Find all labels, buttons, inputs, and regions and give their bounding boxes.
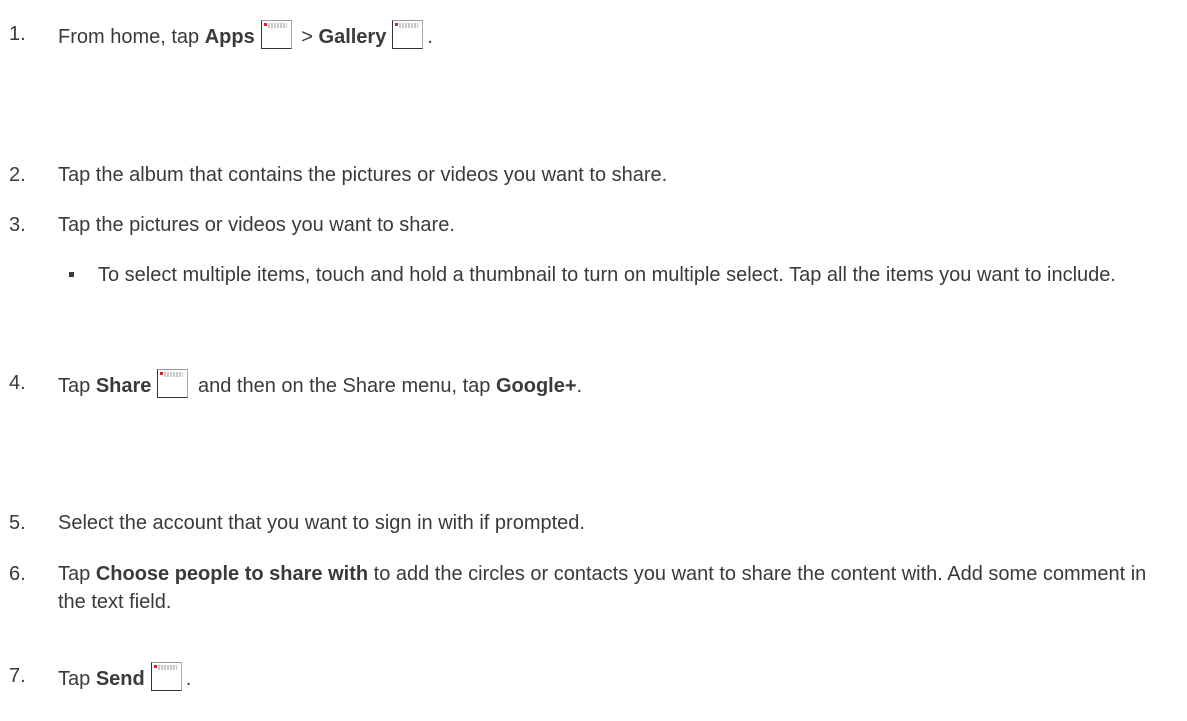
step-text: Tap Share and then on the Share menu, ta…	[58, 369, 582, 400]
step-number: 3.	[9, 214, 26, 236]
step-text-post: .	[427, 26, 433, 48]
step-text-pre: From home, tap	[58, 26, 205, 48]
step-number: 6.	[9, 563, 26, 585]
step-number: 5.	[9, 512, 26, 534]
step-text: Tap the album that contains the pictures…	[58, 164, 668, 186]
step-text: Tap Send.	[58, 662, 191, 693]
step-text: From home, tap Apps > Gallery.	[58, 20, 433, 51]
gallery-label: Gallery	[318, 26, 387, 48]
share-icon	[157, 369, 189, 398]
step-number: 7.	[9, 665, 26, 687]
step-number: 1.	[9, 23, 26, 45]
step-text-mid: and then on the Share menu, tap	[192, 375, 496, 397]
step-number: 4.	[9, 372, 26, 394]
send-label: Send	[95, 668, 145, 690]
gallery-icon	[392, 20, 424, 49]
apps-icon	[260, 20, 292, 49]
bullet-icon	[69, 272, 74, 277]
step-text-pre: Tap	[58, 563, 96, 585]
send-icon	[150, 662, 182, 691]
google-plus-label: Google+	[495, 375, 577, 397]
step-text-pre: Tap	[58, 668, 96, 690]
step-number: 2.	[9, 164, 26, 186]
step-text: Tap the pictures or videos you want to s…	[58, 214, 455, 236]
step-text-post: .	[185, 668, 192, 690]
step-text-post: .	[576, 375, 583, 397]
apps-label: Apps	[204, 26, 255, 48]
choose-people-label: Choose people to share with	[95, 563, 369, 585]
bullet-text: To select multiple items, touch and hold…	[98, 264, 1116, 286]
step-text-pre: Tap	[58, 375, 96, 397]
step-text-mid: >	[295, 26, 319, 48]
step-text: Tap Choose people to share with to add t…	[58, 560, 1158, 616]
share-label: Share	[95, 375, 152, 397]
step-text: Select the account that you want to sign…	[58, 512, 585, 534]
